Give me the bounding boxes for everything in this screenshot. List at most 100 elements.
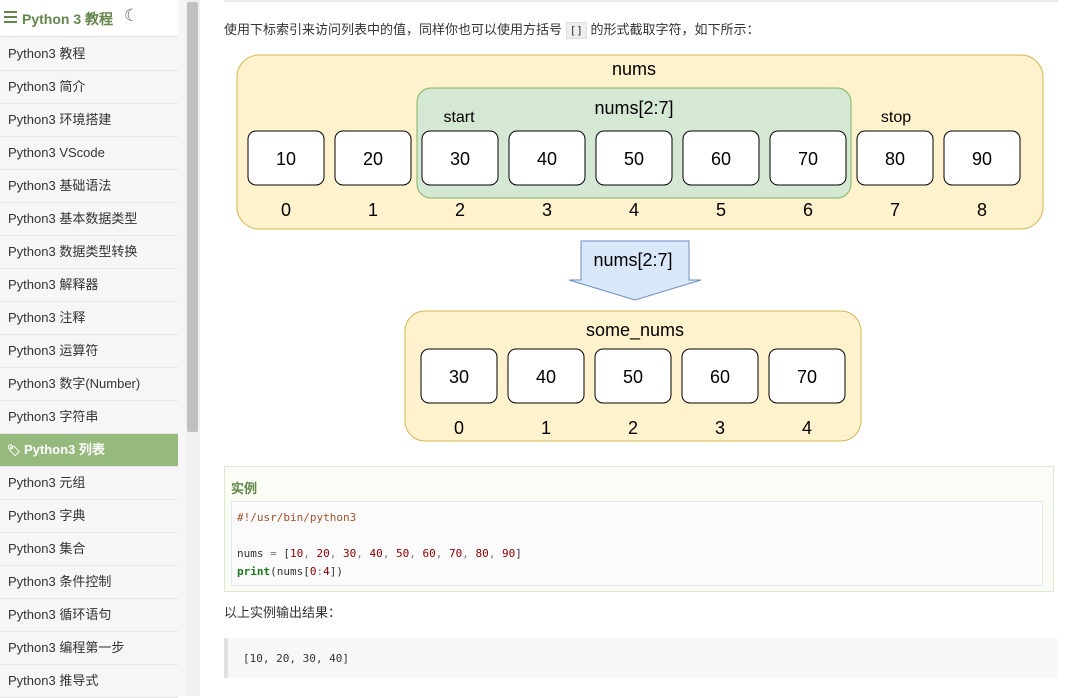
sidebar-item[interactable]: Python3 字典 xyxy=(0,500,178,533)
cell-index: 6 xyxy=(803,200,813,220)
cell-value: 60 xyxy=(711,149,731,169)
sidebar-item[interactable]: Python3 推导式 xyxy=(0,665,178,698)
sidebar-item[interactable]: Python3 教程 xyxy=(0,38,178,71)
sidebar-item-label: Python3 数据类型转换 xyxy=(8,244,138,259)
output-block[interactable]: [10, 20, 30, 40] xyxy=(224,638,1058,678)
code-number: 50 xyxy=(396,547,410,560)
cell-index: 1 xyxy=(541,418,551,438)
code-print-close: ]) xyxy=(329,565,343,578)
sidebar-item[interactable]: Python3 VScode xyxy=(0,137,178,170)
code-nums: 10, 20, 30, 40, 50, 60, 70, 80, 90 xyxy=(290,547,515,560)
code-print-args: (nums[ xyxy=(270,565,310,578)
slice-label: nums[2:7] xyxy=(594,98,673,118)
sidebar: Python 3 教程 ☾ Python3 教程 Python3 简介 Python… xyxy=(0,0,186,698)
code-comma: , xyxy=(435,547,449,560)
arrow-label: nums[2:7] xyxy=(593,250,672,270)
sidebar-item-label: Python3 运算符 xyxy=(8,343,99,358)
sidebar-item[interactable]: Python3 集合 xyxy=(0,533,178,566)
intro-text-end: 的形式截取字符，如下所示： xyxy=(590,22,760,37)
code-number: 40 xyxy=(369,547,383,560)
sidebar-title[interactable]: Python 3 教程 xyxy=(22,9,113,29)
cell-index: 2 xyxy=(455,200,465,220)
sidebar-item[interactable]: Python3 简介 xyxy=(0,71,178,104)
code-comma: , xyxy=(488,547,502,560)
cell-value: 50 xyxy=(624,149,644,169)
cell-value: 10 xyxy=(276,149,296,169)
cell-index: 3 xyxy=(542,200,552,220)
cell-value: 60 xyxy=(710,367,730,387)
inline-code: [] xyxy=(565,22,587,39)
cell-index: 7 xyxy=(890,200,900,220)
sidebar-item-label: Python3 基础语法 xyxy=(8,178,112,193)
sidebar-item[interactable]: Python3 运算符 xyxy=(0,335,178,368)
code-number: 80 xyxy=(475,547,489,560)
sidebar-item-label: Python3 循环语句 xyxy=(8,607,112,622)
code-eq: = xyxy=(263,547,284,560)
sidebar-item-label: Python3 环境搭建 xyxy=(8,112,112,127)
code-number: 70 xyxy=(449,547,463,560)
example-title: 实例 xyxy=(231,481,258,496)
cell-value: 70 xyxy=(798,149,818,169)
moon-icon[interactable]: ☾ xyxy=(124,6,139,26)
cell-value: 40 xyxy=(537,149,557,169)
sidebar-item[interactable]: Python3 字符串 xyxy=(0,401,178,434)
cell-value: 70 xyxy=(797,367,817,387)
cell-value: 90 xyxy=(972,149,992,169)
output-text: [10, 20, 30, 40] xyxy=(243,652,349,665)
cell-value: 20 xyxy=(363,149,383,169)
sidebar-item[interactable]: Python3 循环语句 xyxy=(0,599,178,632)
code-print: print xyxy=(237,565,271,578)
example-box: 实例 #!/usr/bin/python3 nums = [10, 20, 30… xyxy=(224,466,1054,592)
sidebar-item-label: Python3 基本数据类型 xyxy=(8,211,138,226)
sidebar-item[interactable]: Python3 元组 xyxy=(0,467,178,500)
code-line-print: print(nums[0:4]) xyxy=(237,565,343,578)
sidebar-item[interactable]: Python3 编程第一步 xyxy=(0,632,178,665)
stop-label: stop xyxy=(881,109,911,126)
code-slice-stop: 4 xyxy=(323,565,330,578)
nums-label: nums xyxy=(612,59,656,79)
sidebar-item[interactable]: Python3 基本数据类型 xyxy=(0,203,178,236)
output-label: 以上实例输出结果： xyxy=(224,605,342,620)
sidebar-header: Python 3 教程 ☾ xyxy=(0,0,178,37)
list-icon[interactable] xyxy=(4,11,17,23)
code-bracket-close: ] xyxy=(515,547,522,560)
tag-icon: 🏷 xyxy=(7,445,21,457)
cell-index: 2 xyxy=(628,418,638,438)
sidebar-item-label: Python3 推导式 xyxy=(8,673,99,688)
scrollbar-thumb[interactable] xyxy=(187,2,198,432)
cell-index: 4 xyxy=(802,418,812,438)
sidebar-item[interactable]: Python3 基础语法 xyxy=(0,170,178,203)
cell-value: 80 xyxy=(885,149,905,169)
code-comma: , xyxy=(329,547,343,560)
code-slice-start: 0 xyxy=(309,565,317,578)
intro-text: 使用下标索引来访问列表中的值，同样你也可以使用方括号 xyxy=(224,22,563,37)
code-line-shebang: #!/usr/bin/python3 xyxy=(237,511,357,524)
code-comma: , xyxy=(382,547,396,560)
sidebar-item-label: Python3 字符串 xyxy=(8,409,99,424)
cell-value: 50 xyxy=(623,367,643,387)
sidebar-item[interactable]: Python3 数字(Number) xyxy=(0,368,178,401)
code-number: 30 xyxy=(343,547,357,560)
sidebar-item[interactable]: Python3 环境搭建 xyxy=(0,104,178,137)
sidebar-scrollbar[interactable] xyxy=(186,0,200,696)
code-number: 10 xyxy=(290,547,304,560)
sidebar-item[interactable]: Python3 解释器 xyxy=(0,269,178,302)
sidebar-item-label: Python3 解释器 xyxy=(8,277,99,292)
code-number: 20 xyxy=(316,547,330,560)
sidebar-item-label: Python3 集合 xyxy=(8,541,86,556)
sidebar-item-label: Python3 数字(Number) xyxy=(8,376,141,391)
code-number: 90 xyxy=(502,547,516,560)
cell-value: 40 xyxy=(536,367,556,387)
sidebar-item[interactable]: Python3 注释 xyxy=(0,302,178,335)
sidebar-item[interactable]: 🏷 Python3 列表 xyxy=(0,434,178,467)
sidebar-item-label: Python3 条件控制 xyxy=(8,574,112,589)
sidebar-item[interactable]: Python3 条件控制 xyxy=(0,566,178,599)
sidebar-item-label: Python3 列表 xyxy=(23,442,105,457)
code-line-assign: nums = [10, 20, 30, 40, 50, 60, 70, 80, … xyxy=(237,547,522,560)
sidebar-item[interactable]: Python3 数据类型转换 xyxy=(0,236,178,269)
code-block[interactable]: #!/usr/bin/python3 nums = [10, 20, 30, 4… xyxy=(231,501,1043,586)
code-bracket-open: [ xyxy=(283,547,290,560)
cell-index: 5 xyxy=(716,200,726,220)
code-number: 60 xyxy=(422,547,436,560)
sidebar-item-label: Python3 字典 xyxy=(8,508,86,523)
